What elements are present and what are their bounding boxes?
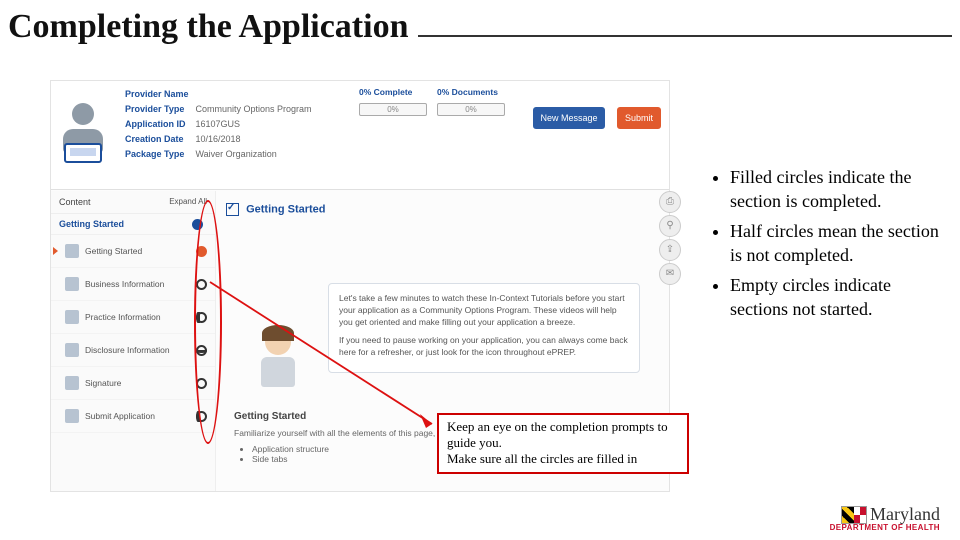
main-heading: Getting Started bbox=[226, 203, 659, 216]
tutorial-text-1: Let's take a few minutes to watch these … bbox=[339, 292, 629, 328]
legend: Filled circles indicate the section is c… bbox=[714, 165, 944, 327]
app-header: Provider Name Provider Type Community Op… bbox=[51, 81, 669, 190]
clipboard-icon bbox=[65, 310, 79, 324]
meta-pkg-v: Waiver Organization bbox=[196, 149, 277, 159]
sidebar-item-practice[interactable]: Practice Information bbox=[51, 301, 215, 334]
sidebar: Content Expand All Getting Started Getti… bbox=[51, 191, 216, 491]
people-icon bbox=[65, 343, 79, 357]
sidebar-item-business[interactable]: Business Information bbox=[51, 268, 215, 301]
share-icon[interactable]: ⇪ bbox=[659, 239, 681, 261]
tutorial-text-2: If you need to pause working on your app… bbox=[339, 334, 629, 358]
legend-bullet-empty: Empty circles indicate sections not star… bbox=[730, 273, 944, 321]
status-circle-empty-icon bbox=[196, 378, 207, 389]
sidebar-title: Content bbox=[59, 197, 91, 207]
provider-meta: Provider Name Provider Type Community Op… bbox=[125, 87, 312, 162]
meta-app-id-v: 16107GUS bbox=[196, 119, 241, 129]
sidebar-item-getting-started[interactable]: Getting Started bbox=[51, 235, 215, 268]
status-circle-filled-icon bbox=[196, 246, 207, 257]
sidebar-item-label: Submit Application bbox=[85, 411, 196, 421]
meta-provider-type-k: Provider Type bbox=[125, 102, 193, 117]
meta-provider-type-v: Community Options Program bbox=[196, 104, 312, 114]
logo-text: Maryland bbox=[870, 504, 940, 525]
print-icon[interactable]: ⎙ bbox=[659, 191, 681, 213]
tutor-avatar-icon bbox=[250, 329, 306, 397]
sidebar-header: Content Expand All bbox=[51, 191, 215, 214]
legend-bullet-half: Half circles mean the section is not com… bbox=[730, 219, 944, 267]
callout-line-1: Keep an eye on the completion prompts to… bbox=[447, 419, 679, 451]
check-icon bbox=[226, 203, 239, 216]
slide-title: Completing the Application bbox=[8, 8, 408, 46]
maryland-doh-logo: Maryland DEPARTMENT OF HEALTH bbox=[780, 504, 940, 532]
progress-docs-label: 0% Documents bbox=[437, 87, 587, 97]
meta-pkg-k: Package Type bbox=[125, 147, 193, 162]
status-circle-half-icon bbox=[196, 312, 207, 323]
action-icon-stack: ⎙ ⚲ ⇪ ✉ bbox=[659, 191, 679, 287]
sidebar-item-disclosure[interactable]: Disclosure Information bbox=[51, 334, 215, 367]
progress-docs-bar: 0% bbox=[437, 103, 505, 116]
sidebar-item-label: Getting Started bbox=[85, 246, 196, 256]
circle-icon bbox=[192, 219, 203, 230]
building-icon bbox=[65, 277, 79, 291]
send-icon bbox=[65, 409, 79, 423]
logo-subtext: DEPARTMENT OF HEALTH bbox=[780, 523, 940, 532]
expand-all-button[interactable]: Expand All bbox=[169, 197, 207, 207]
sidebar-item-label: Disclosure Information bbox=[85, 345, 196, 355]
annotation-callout: Keep an eye on the completion prompts to… bbox=[437, 413, 689, 474]
meta-provider-name-k: Provider Name bbox=[125, 87, 193, 102]
provider-avatar bbox=[57, 103, 109, 167]
callout-line-2: Make sure all the circles are filled in bbox=[447, 451, 679, 467]
legend-bullet-filled: Filled circles indicate the section is c… bbox=[730, 165, 944, 213]
new-message-button[interactable]: New Message bbox=[533, 107, 605, 129]
title-rule bbox=[418, 35, 952, 37]
pen-icon bbox=[65, 376, 79, 390]
sidebar-item-label: Business Information bbox=[85, 279, 196, 289]
page-icon bbox=[65, 244, 79, 258]
meta-app-id-k: Application ID bbox=[125, 117, 193, 132]
progress-complete-bar: 0% bbox=[359, 103, 427, 116]
sidebar-item-signature[interactable]: Signature bbox=[51, 367, 215, 400]
status-circle-half-icon bbox=[196, 345, 207, 356]
tutorial-callout: Let's take a few minutes to watch these … bbox=[328, 283, 640, 373]
sidebar-item-label: Signature bbox=[85, 378, 196, 388]
status-circle-empty-icon bbox=[196, 279, 207, 290]
sidebar-item-submit[interactable]: Submit Application bbox=[51, 400, 215, 433]
meta-created-v: 10/16/2018 bbox=[196, 134, 241, 144]
submit-button[interactable]: Submit bbox=[617, 107, 661, 129]
maryland-flag-icon bbox=[841, 506, 867, 524]
sidebar-item-label: Practice Information bbox=[85, 312, 196, 322]
mail-icon[interactable]: ✉ bbox=[659, 263, 681, 285]
sidebar-section-head: Getting Started bbox=[51, 214, 215, 235]
slide-title-row: Completing the Application bbox=[8, 8, 952, 46]
link-icon[interactable]: ⚲ bbox=[659, 215, 681, 237]
status-circle-half-icon bbox=[196, 411, 207, 422]
meta-created-k: Creation Date bbox=[125, 132, 193, 147]
